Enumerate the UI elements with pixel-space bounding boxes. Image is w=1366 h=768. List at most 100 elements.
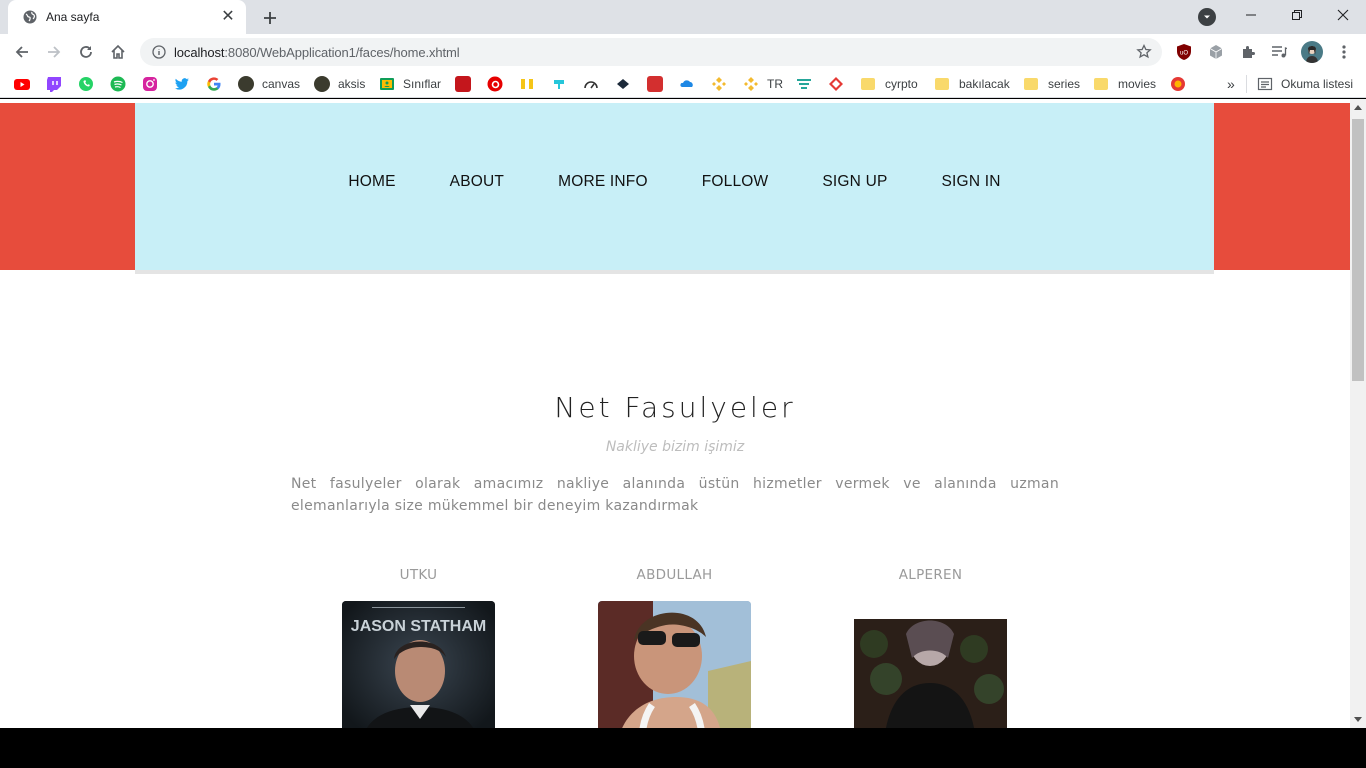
whatsapp-icon bbox=[78, 76, 94, 92]
youtube-icon bbox=[14, 76, 30, 92]
bookmark-google[interactable] bbox=[206, 76, 222, 92]
binance-icon bbox=[711, 76, 727, 92]
tab-search-button[interactable] bbox=[1198, 8, 1216, 26]
folder-icon bbox=[861, 78, 875, 90]
bookmark-blue-cloud[interactable] bbox=[679, 76, 695, 92]
scroll-up-arrow-icon[interactable] bbox=[1354, 105, 1362, 110]
bookmark-vodafone[interactable] bbox=[487, 76, 503, 92]
site-subtitle: Nakliye bizim işimiz bbox=[605, 439, 745, 455]
minimize-button[interactable] bbox=[1239, 5, 1263, 25]
ublock-extension-icon[interactable]: uO bbox=[1174, 42, 1194, 62]
chevron-down-icon bbox=[1204, 15, 1210, 19]
bookmark-teal-logo[interactable] bbox=[551, 76, 567, 92]
url-host: localhost bbox=[174, 44, 225, 60]
site-description: Net fasulyeler olarak amacımız nakliye a… bbox=[291, 476, 1059, 514]
twitch-icon bbox=[46, 76, 62, 92]
diamond-icon bbox=[828, 76, 844, 92]
nav-links: HOME ABOUT MORE INFO FOLLOW SIGN UP SIGN… bbox=[135, 173, 1214, 191]
address-bar[interactable]: localhost:8080/WebApplication1/faces/hom… bbox=[140, 38, 1162, 66]
reload-button[interactable] bbox=[74, 40, 98, 64]
puzzle-extensions-icon[interactable] bbox=[1238, 42, 1258, 62]
bookmark-siniflar[interactable]: Sınıflar bbox=[379, 76, 441, 92]
page-viewport: HOME ABOUT MORE INFO FOLLOW SIGN UP SIGN… bbox=[0, 99, 1350, 728]
restore-icon bbox=[1292, 10, 1302, 20]
instagram-icon bbox=[142, 76, 158, 92]
member-photo-alperen bbox=[854, 619, 1007, 728]
member-name: ALPEREN bbox=[898, 567, 963, 583]
cube-extension-icon[interactable] bbox=[1206, 42, 1226, 62]
bookmark-dark-logo[interactable] bbox=[615, 76, 631, 92]
bookmark-label: canvas bbox=[262, 77, 301, 91]
reading-list-button[interactable]: Okuma listesi bbox=[1257, 76, 1353, 92]
red-badge-icon bbox=[647, 76, 663, 92]
bars-icon bbox=[796, 76, 812, 92]
bookmark-binance[interactable] bbox=[711, 76, 727, 92]
dark-logo-icon bbox=[615, 76, 631, 92]
chrome-menu-icon[interactable] bbox=[1334, 42, 1354, 62]
bookmark-whatsapp[interactable] bbox=[78, 76, 94, 92]
bookmark-folder-movies[interactable]: movies bbox=[1094, 76, 1156, 92]
bookmark-star-icon[interactable] bbox=[1136, 44, 1152, 60]
bookmark-folder-series[interactable]: series bbox=[1024, 76, 1080, 92]
nav-about[interactable]: ABOUT bbox=[450, 173, 504, 191]
back-button[interactable] bbox=[10, 40, 34, 64]
bookmark-orange-logo[interactable] bbox=[1170, 76, 1186, 92]
bookmark-folder-cyrpto[interactable]: cyrpto bbox=[861, 76, 918, 92]
folder-icon bbox=[935, 78, 949, 90]
university-seal-icon bbox=[314, 76, 330, 92]
bookmark-yellow-logo[interactable] bbox=[519, 76, 535, 92]
spotify-icon bbox=[110, 76, 126, 92]
bookmark-binance-tr[interactable]: TR bbox=[743, 76, 783, 92]
forward-button[interactable] bbox=[42, 40, 66, 64]
twitter-icon bbox=[174, 76, 190, 92]
bookmark-youtube[interactable] bbox=[14, 76, 30, 92]
red-logo-icon bbox=[455, 76, 471, 92]
site-title: Net Fasulyeler bbox=[554, 391, 796, 424]
bookmark-red-logo[interactable] bbox=[455, 76, 471, 92]
scrollbar-thumb[interactable] bbox=[1352, 119, 1364, 381]
new-tab-button[interactable] bbox=[258, 6, 282, 30]
bookmark-folder-bakilacak[interactable]: bakılacak bbox=[935, 76, 1010, 92]
close-icon bbox=[1337, 9, 1349, 21]
bookmark-aksis[interactable]: aksis bbox=[314, 76, 365, 92]
minimize-icon bbox=[1246, 14, 1256, 16]
nav-more-info[interactable]: MORE INFO bbox=[558, 173, 648, 191]
bookmarks-overflow-button[interactable]: » bbox=[1227, 76, 1235, 92]
home-button[interactable] bbox=[106, 40, 130, 64]
info-icon[interactable] bbox=[152, 45, 166, 59]
bookmark-divider bbox=[1246, 75, 1247, 93]
svg-text:uO: uO bbox=[1180, 51, 1188, 57]
teal-logo-icon bbox=[551, 76, 567, 92]
nav-sign-up[interactable]: SIGN UP bbox=[822, 173, 887, 191]
bookmark-diamond-logo[interactable] bbox=[828, 76, 844, 92]
bookmark-instagram[interactable] bbox=[142, 76, 158, 92]
scroll-down-arrow-icon[interactable] bbox=[1354, 717, 1362, 722]
tab-close-icon[interactable]: ✕ bbox=[220, 9, 236, 25]
bookmark-label: aksis bbox=[338, 77, 366, 91]
classroom-icon bbox=[379, 76, 395, 92]
folder-icon bbox=[1094, 78, 1108, 90]
bookmark-teal-bars[interactable] bbox=[796, 76, 812, 92]
url-text: localhost:8080/WebApplication1/faces/hom… bbox=[174, 45, 460, 60]
bookmark-red-badge[interactable] bbox=[647, 76, 663, 92]
bookmark-canvas[interactable]: canvas bbox=[238, 76, 300, 92]
vodafone-icon bbox=[487, 76, 503, 92]
profile-avatar[interactable] bbox=[1301, 41, 1323, 63]
tab-strip: Ana sayfa ✕ bbox=[0, 0, 1366, 34]
cloud-icon bbox=[679, 76, 695, 92]
bookmark-twitch[interactable] bbox=[46, 76, 62, 92]
nav-sign-in[interactable]: SIGN IN bbox=[942, 173, 1001, 191]
page-scrollbar[interactable] bbox=[1350, 99, 1366, 728]
bookmark-speedtest[interactable] bbox=[583, 76, 599, 92]
site-navbar: HOME ABOUT MORE INFO FOLLOW SIGN UP SIGN… bbox=[135, 103, 1214, 274]
restore-button[interactable] bbox=[1285, 5, 1309, 25]
nav-home[interactable]: HOME bbox=[348, 173, 395, 191]
reading-list-icon bbox=[1257, 76, 1273, 92]
media-control-icon[interactable] bbox=[1269, 42, 1289, 62]
orange-seal-icon bbox=[1170, 76, 1186, 92]
bookmark-spotify[interactable] bbox=[110, 76, 126, 92]
nav-follow[interactable]: FOLLOW bbox=[702, 173, 769, 191]
browser-tab[interactable]: Ana sayfa ✕ bbox=[8, 0, 246, 34]
bookmark-twitter[interactable] bbox=[174, 76, 190, 92]
window-close-button[interactable] bbox=[1331, 5, 1355, 25]
